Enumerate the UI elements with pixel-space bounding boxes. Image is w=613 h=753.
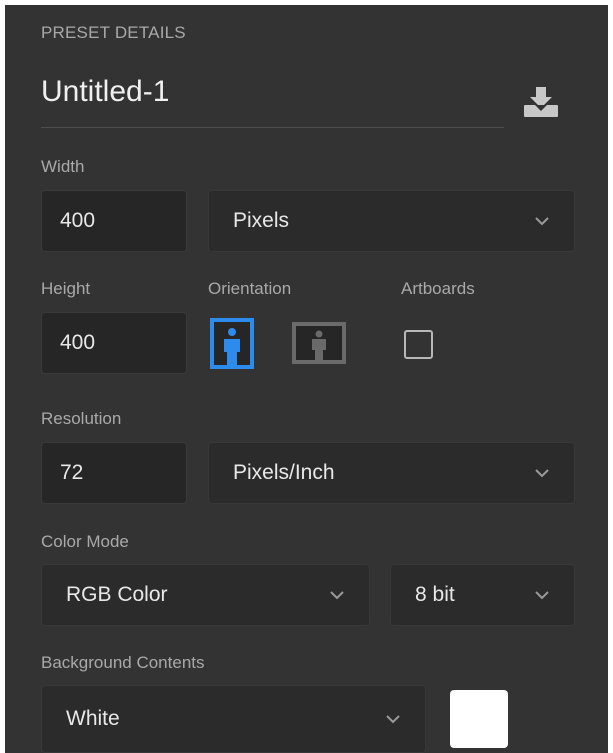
chevron-down-icon — [535, 469, 549, 478]
color-mode-value: RGB Color — [66, 583, 168, 606]
width-label: Width — [41, 157, 85, 176]
chevron-down-icon — [386, 715, 400, 724]
preset-name-field[interactable]: Untitled-1 — [41, 75, 169, 109]
orientation-landscape-button[interactable] — [290, 320, 348, 366]
orientation-portrait-button[interactable] — [208, 316, 256, 371]
artboards-checkbox[interactable] — [404, 330, 433, 359]
background-contents-value: White — [66, 707, 120, 730]
height-value: 400 — [60, 331, 96, 354]
artboards-label: Artboards — [401, 279, 475, 298]
resolution-input[interactable]: 72 — [41, 442, 187, 504]
width-value: 400 — [60, 209, 96, 232]
background-color-swatch[interactable] — [450, 690, 508, 748]
bit-depth-value: 8 bit — [415, 583, 455, 606]
resolution-label: Resolution — [41, 409, 122, 428]
resolution-value: 72 — [60, 461, 84, 484]
preset-details-panel: PRESET DETAILS Untitled-1 Width 400 Pixe… — [5, 5, 608, 753]
height-label: Height — [41, 279, 91, 298]
chevron-down-icon — [330, 591, 344, 600]
resolution-unit-dropdown[interactable]: Pixels/Inch — [208, 442, 575, 504]
resolution-unit-value: Pixels/Inch — [233, 461, 335, 484]
width-input[interactable]: 400 — [41, 190, 187, 252]
height-input[interactable]: 400 — [41, 312, 187, 374]
section-title: PRESET DETAILS — [41, 23, 186, 42]
chevron-down-icon — [535, 591, 549, 600]
background-contents-label: Background Contents — [41, 653, 205, 672]
color-mode-label: Color Mode — [41, 532, 129, 551]
background-contents-dropdown[interactable]: White — [41, 685, 426, 753]
preset-name-underline — [41, 127, 504, 128]
save-preset-icon[interactable] — [522, 85, 560, 119]
orientation-label: Orientation — [208, 279, 292, 298]
color-mode-dropdown[interactable]: RGB Color — [41, 564, 370, 626]
bit-depth-dropdown[interactable]: 8 bit — [390, 564, 575, 626]
width-unit-value: Pixels — [233, 209, 290, 232]
width-unit-dropdown[interactable]: Pixels — [208, 190, 575, 252]
chevron-down-icon — [535, 217, 549, 226]
